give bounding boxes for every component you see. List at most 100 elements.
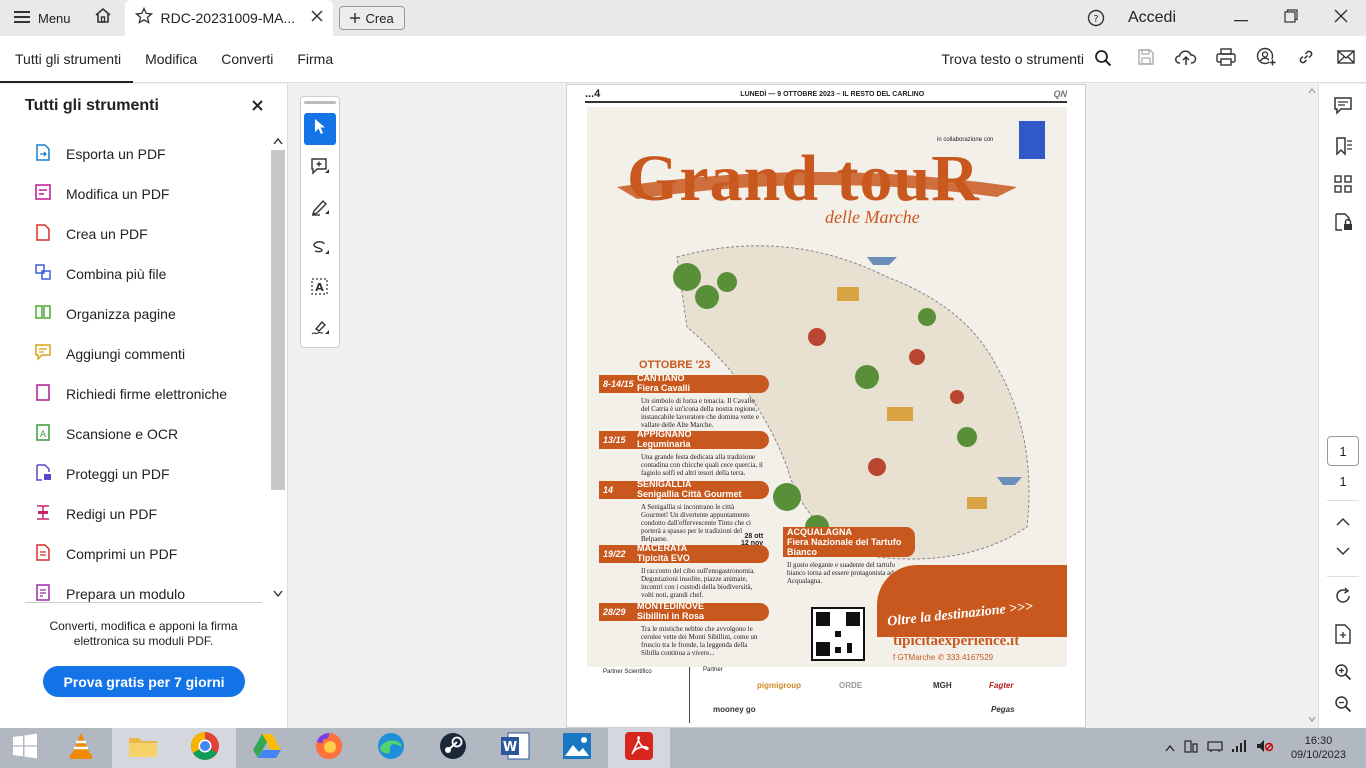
- tool-item[interactable]: Redigi un PDF: [0, 494, 264, 534]
- tool-item[interactable]: Combina più file: [0, 254, 264, 294]
- start-button[interactable]: [0, 728, 50, 768]
- scroll-down-icon[interactable]: [273, 590, 283, 598]
- tool-item[interactable]: Aggiungi commenti: [0, 334, 264, 374]
- help-icon[interactable]: ?: [1078, 9, 1114, 27]
- upload-cloud-button[interactable]: [1166, 36, 1206, 83]
- taskbar-edge[interactable]: [360, 728, 422, 768]
- zoom-out-button[interactable]: [1329, 692, 1357, 720]
- document-scrollbar[interactable]: [1306, 84, 1318, 728]
- taskbar-chrome[interactable]: [174, 728, 236, 768]
- print-button[interactable]: [1206, 36, 1246, 83]
- current-page-input[interactable]: 1: [1327, 436, 1359, 466]
- tool-item[interactable]: A Scansione e OCR: [0, 414, 264, 454]
- copy-link-button[interactable]: [1286, 36, 1326, 83]
- taskbar-acrobat[interactable]: [608, 728, 670, 768]
- rail-separator: [1327, 500, 1359, 501]
- draw-tool-button[interactable]: [304, 233, 336, 265]
- tool-item[interactable]: Richiedi firme elettroniche: [0, 374, 264, 414]
- previous-page-button[interactable]: [1329, 508, 1357, 536]
- scrollbar-thumb[interactable]: [271, 150, 285, 490]
- share-user-button[interactable]: [1246, 36, 1286, 83]
- signal-icon[interactable]: [1231, 739, 1247, 758]
- restore-button[interactable]: [1266, 0, 1316, 36]
- compress-pdf-icon: [34, 543, 52, 565]
- taskbar-firefox[interactable]: [298, 728, 360, 768]
- taskbar-file-explorer[interactable]: [112, 728, 174, 768]
- combine-files-icon: [34, 263, 52, 285]
- network-icon[interactable]: [1207, 738, 1223, 759]
- event-title: APPIGNANO: [637, 429, 692, 439]
- save-icon: [1137, 48, 1155, 71]
- sign-tool-button[interactable]: [304, 313, 336, 345]
- find-tools-search[interactable]: Trova testo o strumenti: [941, 49, 1126, 70]
- qr-code-icon: [811, 607, 865, 661]
- firefox-icon: [314, 731, 344, 766]
- tool-item[interactable]: Prepara un modulo: [0, 574, 264, 602]
- tool-item[interactable]: Crea un PDF: [0, 214, 264, 254]
- save-button[interactable]: [1126, 36, 1166, 83]
- close-window-button[interactable]: [1316, 0, 1366, 36]
- tab-sign[interactable]: Firma: [285, 36, 345, 83]
- volume-muted-icon[interactable]: [1255, 738, 1274, 759]
- event-dates: 13/15: [603, 435, 626, 445]
- tab-all-tools[interactable]: Tutti gli strumenti: [0, 36, 134, 83]
- home-button[interactable]: [85, 0, 121, 36]
- free-trial-button[interactable]: Prova gratis per 7 giorni: [43, 666, 245, 697]
- thumbnails-button[interactable]: [1329, 172, 1357, 200]
- pdf-page[interactable]: ...4 LUNEDÌ — 9 OTTOBRE 2023 – IL RESTO …: [566, 84, 1086, 728]
- tool-item[interactable]: Comprimi un PDF: [0, 534, 264, 574]
- lasso-draw-icon: [310, 237, 330, 262]
- tab-edit[interactable]: Modifica: [133, 36, 209, 83]
- tools-list: Esporta un PDF Modifica un PDF Crea un PDF…: [0, 134, 264, 602]
- email-button[interactable]: [1326, 36, 1366, 83]
- tool-item[interactable]: Esporta un PDF: [0, 134, 264, 174]
- menu-button[interactable]: Menu: [0, 0, 85, 36]
- device-icon[interactable]: [1183, 738, 1199, 759]
- sign-in-link[interactable]: Accedi: [1128, 9, 1176, 27]
- fit-page-button[interactable]: [1329, 622, 1357, 650]
- taskbar-photos[interactable]: [546, 728, 608, 768]
- minimize-button[interactable]: [1216, 0, 1266, 36]
- taskbar-google-drive[interactable]: [236, 728, 298, 768]
- select-tool-button[interactable]: [304, 113, 336, 145]
- tab-convert[interactable]: Converti: [209, 36, 285, 83]
- protect-file-button[interactable]: [1329, 210, 1357, 238]
- taskbar-clock[interactable]: 16:30 09/10/2023: [1281, 734, 1356, 762]
- text-box-button[interactable]: A: [304, 273, 336, 305]
- document-tab[interactable]: RDC-20231009-MA...: [124, 0, 333, 36]
- rotate-button[interactable]: [1329, 584, 1357, 612]
- tool-item[interactable]: Proteggi un PDF: [0, 454, 264, 494]
- next-page-button[interactable]: [1329, 538, 1357, 566]
- star-icon[interactable]: [134, 6, 153, 30]
- scroll-up-icon[interactable]: [273, 137, 283, 145]
- link-icon: [1297, 48, 1315, 71]
- system-tray: 16:30 09/10/2023: [1165, 734, 1366, 762]
- comments-button[interactable]: [1329, 94, 1357, 122]
- zoom-in-button[interactable]: [1329, 660, 1357, 688]
- taskbar-vlc[interactable]: [50, 728, 112, 768]
- add-comment-button[interactable]: [304, 153, 336, 185]
- bookmarks-button[interactable]: [1329, 134, 1357, 162]
- highlight-tool-button[interactable]: [304, 193, 336, 225]
- event-macerata: 19/22 MACERATA Tipicità EVO Il racconto d…: [599, 543, 769, 599]
- menu-label: Menu: [38, 10, 71, 26]
- signature-pen-icon: [310, 317, 330, 342]
- tool-item[interactable]: Modifica un PDF: [0, 174, 264, 214]
- title-bar: Menu RDC-20231009-MA... Crea ? Accedi: [0, 0, 1366, 36]
- tray-chevron-icon[interactable]: [1165, 739, 1175, 757]
- partner-logo: ORDE: [839, 681, 863, 690]
- close-panel-icon[interactable]: [252, 98, 263, 116]
- tools-scrollbar[interactable]: [270, 134, 286, 602]
- panel-divider: [25, 602, 262, 603]
- svg-text:A: A: [40, 430, 47, 440]
- refresh-icon: [1334, 586, 1352, 610]
- create-button[interactable]: Crea: [338, 6, 405, 30]
- plus-icon: [349, 11, 360, 26]
- tool-item[interactable]: Organizza pagine: [0, 294, 264, 334]
- taskbar-steam[interactable]: [422, 728, 484, 768]
- toolstrip-handle[interactable]: [304, 101, 336, 104]
- doc-scroll-up-icon[interactable]: [1308, 88, 1316, 94]
- doc-scroll-down-icon[interactable]: [1308, 716, 1316, 722]
- close-tab-icon[interactable]: [311, 9, 323, 27]
- taskbar-word[interactable]: W: [484, 728, 546, 768]
